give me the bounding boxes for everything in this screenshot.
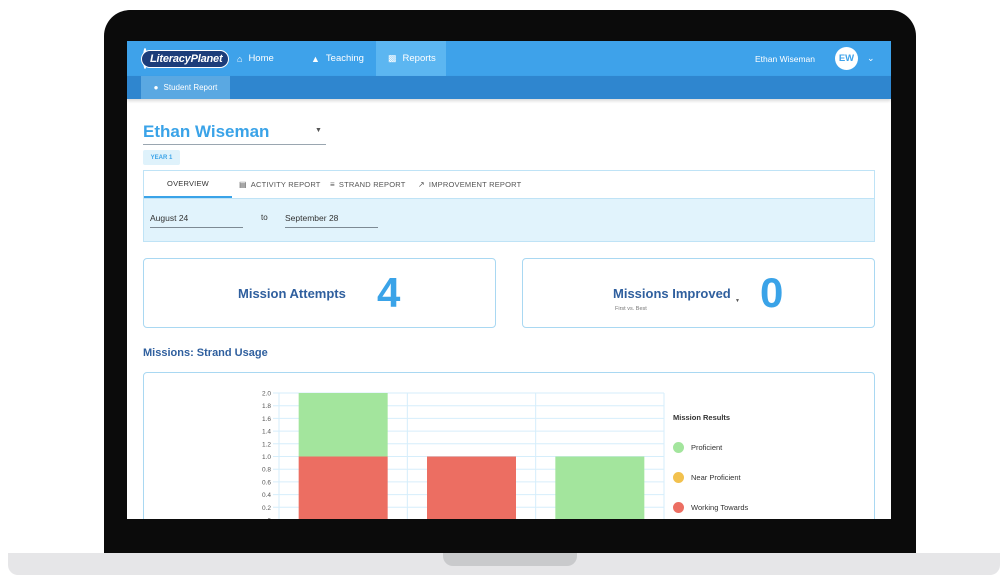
tab-strand-report[interactable]: ≡ STRAND REPORT: [330, 171, 406, 198]
avatar[interactable]: EW: [835, 47, 858, 70]
tab-improvement-report[interactable]: ↗ IMPROVEMENT REPORT: [418, 171, 521, 198]
list-icon: ≡: [330, 180, 335, 189]
graduation-cap-icon: ▲: [311, 53, 320, 64]
y-tick-label: 1.6: [262, 416, 271, 423]
strand-usage-chart: 2.0 1.8 1.6 1.4 1.2 1.0 0.8 0.6 0.4 0.2 0: [262, 391, 665, 520]
user-icon: ●: [153, 83, 159, 92]
date-to-label: to: [261, 213, 268, 222]
user-name[interactable]: Ethan Wiseman: [755, 41, 815, 76]
bar-proficient: [555, 456, 645, 519]
proficient-dot: [673, 441, 684, 453]
mission-attempts-value: 4: [377, 269, 401, 316]
nav-reports-label: Reports: [402, 53, 436, 64]
nav-teaching[interactable]: ▲ Teaching: [311, 41, 364, 76]
bar-working-towards: [298, 456, 388, 519]
home-icon: ⌂: [237, 53, 243, 64]
tab-improvement-label: IMPROVEMENT REPORT: [428, 180, 522, 189]
y-tick-label: 0.6: [262, 479, 271, 486]
tab-overview[interactable]: OVERVIEW: [144, 171, 232, 198]
y-tick-label: 1.8: [262, 403, 271, 410]
y-tick-label: 0: [267, 518, 271, 520]
laptop-notch: [443, 553, 577, 566]
y-tick-label: 1.2: [262, 441, 271, 448]
missions-improved-card: Missions Improved ▼ First vs. Best 0: [522, 258, 875, 328]
line-chart-icon: ↗: [418, 180, 425, 189]
near-proficient-dot: [673, 471, 684, 483]
mission-attempts-label: Mission Attempts: [238, 286, 346, 301]
legend-item-proficient: Proficient: [673, 441, 722, 453]
tab-strand-label: STRAND REPORT: [338, 180, 406, 189]
subnav-label: Student Report: [163, 83, 218, 92]
date-from-field[interactable]: August 24: [150, 213, 243, 228]
bar-working-towards: [427, 456, 516, 519]
y-tick-label: 1.0: [262, 454, 271, 461]
caret-down-icon[interactable]: ▼: [735, 298, 740, 304]
caret-down-icon[interactable]: ▼: [315, 127, 322, 134]
missions-improved-value: 0: [760, 269, 784, 316]
name-underline: [143, 144, 326, 145]
student-name-select[interactable]: Ethan Wiseman: [143, 122, 269, 142]
missions-improved-subtitle: First vs. Best: [615, 306, 647, 312]
bar-proficient: [298, 393, 388, 457]
legend-label: Working Towards: [691, 502, 749, 512]
legend-item-near-proficient: Near Proficient: [673, 471, 741, 483]
subnav-student-report[interactable]: ● Student Report: [141, 76, 230, 99]
app-screen: LiteracyPlanet ⌂ Home ▲ Teaching ▩ Repor…: [127, 41, 891, 519]
bar-chart-icon: ▤: [239, 180, 247, 189]
year-badge: YEAR 1: [143, 150, 180, 165]
y-tick-label: 0.4: [262, 492, 271, 499]
nav-home[interactable]: ⌂ Home: [237, 41, 274, 76]
legend-item-working-towards: Working Towards: [673, 501, 748, 513]
nav-teaching-label: Teaching: [325, 53, 364, 64]
nav-home-label: Home: [248, 53, 274, 64]
top-nav-bar: LiteracyPlanet ⌂ Home ▲ Teaching ▩ Repor…: [127, 41, 891, 76]
strand-usage-chart-card: 2.0 1.8 1.6 1.4 1.2 1.0 0.8 0.6 0.4 0.2 0: [143, 372, 875, 519]
chevron-down-icon[interactable]: ⌄: [867, 53, 877, 63]
literacyplanet-logo[interactable]: LiteracyPlanet: [141, 48, 230, 69]
legend-title: Mission Results: [673, 413, 731, 422]
working-towards-dot: [673, 501, 684, 513]
nav-reports[interactable]: ▩ Reports: [376, 41, 446, 76]
tab-activity-report[interactable]: ▤ ACTIVITY REPORT: [239, 171, 321, 198]
sub-nav-bar: ● Student Report: [127, 76, 891, 99]
report-tabs: OVERVIEW ▤ ACTIVITY REPORT ≡ STRAND REPO…: [143, 170, 875, 198]
clipboard-icon: ▩: [388, 53, 397, 63]
tab-activity-label: ACTIVITY REPORT: [250, 180, 321, 189]
tab-overview-label: OVERVIEW: [167, 179, 209, 188]
missions-improved-label: Missions Improved: [613, 286, 731, 301]
legend-label: Near Proficient: [691, 472, 741, 482]
y-tick-label: 0.8: [262, 467, 271, 474]
date-to-field[interactable]: September 28: [285, 213, 378, 228]
date-range-panel: August 24 to September 28: [143, 198, 875, 242]
mission-attempts-card: Mission Attempts 4: [143, 258, 496, 328]
y-tick-label: 1.4: [262, 429, 271, 436]
strand-usage-title: Missions: Strand Usage: [143, 347, 268, 359]
legend-label: Proficient: [691, 442, 723, 452]
y-tick-label: 0.2: [262, 505, 271, 512]
logo-text: LiteracyPlanet: [141, 49, 230, 68]
y-tick-label: 2.0: [262, 391, 271, 398]
